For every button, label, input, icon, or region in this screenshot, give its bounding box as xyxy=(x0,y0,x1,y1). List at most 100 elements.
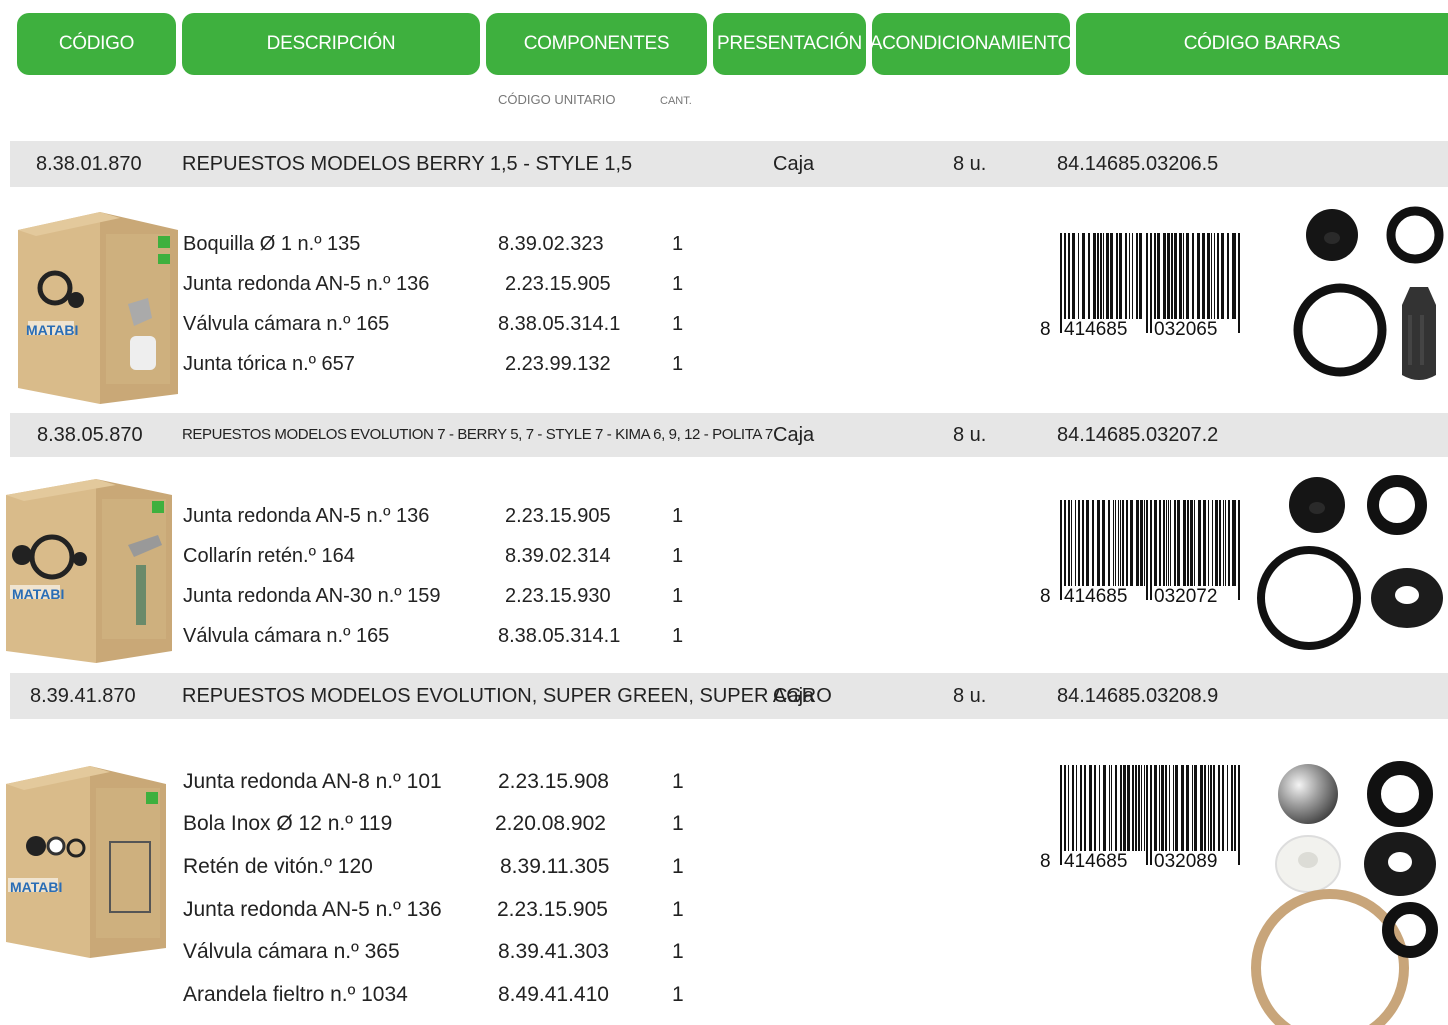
component-qty: 1 xyxy=(672,545,684,567)
barcode-bar xyxy=(1092,500,1094,588)
barcode-bar xyxy=(1144,500,1145,588)
component-code: 8.39.02.314 xyxy=(505,545,611,567)
barcode-bar xyxy=(1136,500,1139,588)
barcode-bar xyxy=(1115,765,1117,853)
barcode-bar xyxy=(1060,500,1062,600)
barcode-bar xyxy=(1089,765,1092,853)
barcode-bar xyxy=(1219,500,1221,588)
component-name: Junta redonda AN-5 n.º 136 xyxy=(183,898,442,921)
header-presentacion: PRESENTACIÓN xyxy=(713,13,866,75)
header-descripcion-label: DESCRIPCIÓN xyxy=(266,33,396,54)
component-code: 2.23.15.930 xyxy=(505,585,611,607)
product-pack: 8 u. xyxy=(953,153,987,175)
barcode-bar xyxy=(1171,233,1173,321)
barcode-bar xyxy=(1132,765,1134,853)
barcode-bar xyxy=(1159,765,1160,853)
barcode-bar xyxy=(1194,765,1197,853)
barcode-image: 8 414685 032065 xyxy=(1040,233,1240,339)
barcode-bar xyxy=(1111,765,1112,853)
barcode-bar xyxy=(1192,233,1194,321)
barcode-bar xyxy=(1225,500,1226,588)
barcode-bar xyxy=(1110,233,1113,321)
package-brand-text: MATABI xyxy=(26,322,78,338)
component-code: 2.23.15.908 xyxy=(498,770,609,793)
barcode-bar xyxy=(1115,500,1116,588)
product-package-image: MATABI xyxy=(18,212,178,404)
barcode-bar xyxy=(1113,500,1114,588)
product-code: 8.38.05.870 xyxy=(37,424,143,446)
barcode-bar xyxy=(1086,500,1089,588)
barcode-bar xyxy=(1165,765,1167,853)
component-qty: 1 xyxy=(672,313,684,335)
header-acondicionamiento-label: ACONDICIONAMIENTO xyxy=(869,33,1073,54)
component-code: 8.49.41.410 xyxy=(498,983,609,1006)
component-qty: 1 xyxy=(672,353,684,375)
barcode-bar xyxy=(1202,233,1205,321)
barcode-bar xyxy=(1099,765,1100,853)
barcode-bar xyxy=(1163,500,1165,588)
barcode-bar xyxy=(1183,500,1186,588)
component-qty: 1 xyxy=(672,625,684,647)
barcode-bar xyxy=(1150,500,1152,600)
component-name: Junta tórica n.º 657 xyxy=(183,353,355,375)
spare-parts-image xyxy=(1251,761,1438,1025)
barcode-bar xyxy=(1177,500,1180,588)
barcode-bar xyxy=(1071,500,1072,588)
product-barcode-number: 84.14685.03208.9 xyxy=(1057,685,1219,707)
barcode-bar xyxy=(1122,500,1124,588)
component-code: 8.38.05.314.1 xyxy=(498,313,621,335)
barcode-right-digits: 032072 xyxy=(1154,586,1217,606)
component-code: 8.39.41.303 xyxy=(498,940,609,963)
barcode-bar xyxy=(1154,765,1157,853)
barcode-bar xyxy=(1084,765,1086,853)
barcode-bar xyxy=(1167,233,1170,321)
barcode-bar xyxy=(1170,500,1171,588)
barcode-bar xyxy=(1231,765,1233,853)
barcode-bar xyxy=(1120,500,1121,588)
header-componentes: COMPONENTES xyxy=(486,13,707,75)
barcode-bar xyxy=(1175,765,1178,853)
barcode-bar xyxy=(1166,500,1167,588)
barcode-image: 8 414685 032089 xyxy=(1040,765,1240,871)
product-barcode-number: 84.14685.03207.2 xyxy=(1057,424,1219,446)
barcode-bar xyxy=(1227,765,1228,853)
barcode-bar xyxy=(1238,233,1240,333)
spare-parts-image xyxy=(1293,206,1444,380)
barcode-bar xyxy=(1234,500,1236,600)
barcode-bar xyxy=(1094,765,1096,853)
barcode-bar xyxy=(1082,500,1084,588)
barcode-bar xyxy=(1064,233,1066,333)
barcode-bars xyxy=(1060,765,1240,865)
barcode-bar xyxy=(1157,233,1160,321)
barcode-bar xyxy=(1072,765,1074,853)
barcode-bar xyxy=(1075,500,1076,588)
barcode-bar xyxy=(1213,765,1215,853)
component-qty: 1 xyxy=(672,770,684,793)
barcode-bar xyxy=(1146,233,1148,333)
barcode-bar xyxy=(1183,233,1184,321)
barcode-bar xyxy=(1120,765,1122,853)
barcode-bar xyxy=(1208,765,1209,853)
barcode-bar xyxy=(1141,765,1142,853)
barcode-bar xyxy=(1129,233,1130,321)
barcode-bar xyxy=(1060,233,1062,333)
component-name: Collarín retén.º 164 xyxy=(183,545,355,567)
barcode-bar xyxy=(1154,500,1157,588)
barcode-bar xyxy=(1082,233,1085,321)
barcode-bar xyxy=(1119,233,1122,321)
component-name: Junta redonda AN-5 n.º 136 xyxy=(183,505,430,527)
barcode-bar xyxy=(1159,500,1161,588)
barcode-bar xyxy=(1140,500,1143,588)
barcode-bar xyxy=(1181,765,1184,853)
barcode-bar xyxy=(1217,233,1219,321)
barcode-bar xyxy=(1234,233,1236,333)
component-code: 2.23.15.905 xyxy=(505,505,611,527)
component-name: Arandela fieltro n.º 1034 xyxy=(183,983,408,1006)
barcode-bar xyxy=(1203,500,1206,588)
header-codigo-label: CÓDIGO xyxy=(58,33,135,54)
barcode-bar xyxy=(1097,233,1099,321)
barcode-first-digit: 8 xyxy=(1040,586,1051,606)
header-acondicionamiento: ACONDICIONAMIENTO xyxy=(869,13,1073,75)
barcode-bar xyxy=(1072,233,1075,321)
barcode-bar xyxy=(1186,233,1189,321)
